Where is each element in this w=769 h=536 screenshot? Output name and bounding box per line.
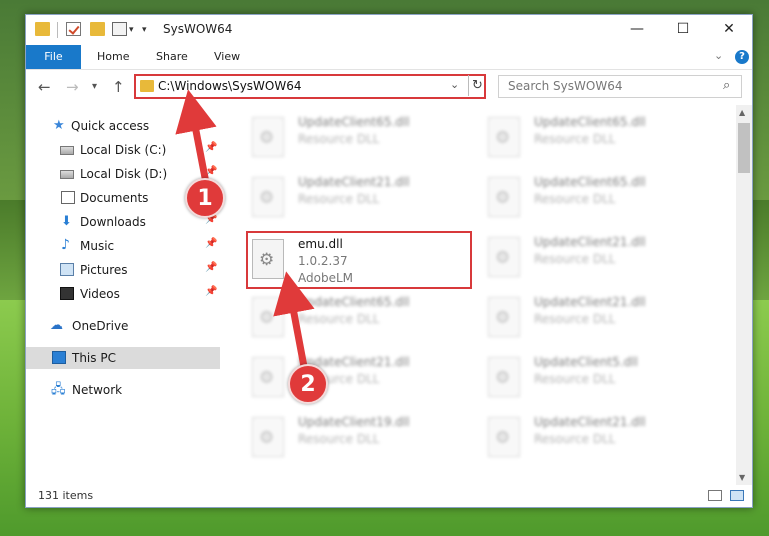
step-badge-1: 1 bbox=[185, 178, 225, 218]
arrow-to-emu-dll bbox=[273, 271, 315, 373]
annotation-arrows bbox=[175, 89, 315, 373]
step-badge-2: 2 bbox=[288, 364, 328, 404]
arrow-to-address-bar bbox=[175, 89, 217, 189]
